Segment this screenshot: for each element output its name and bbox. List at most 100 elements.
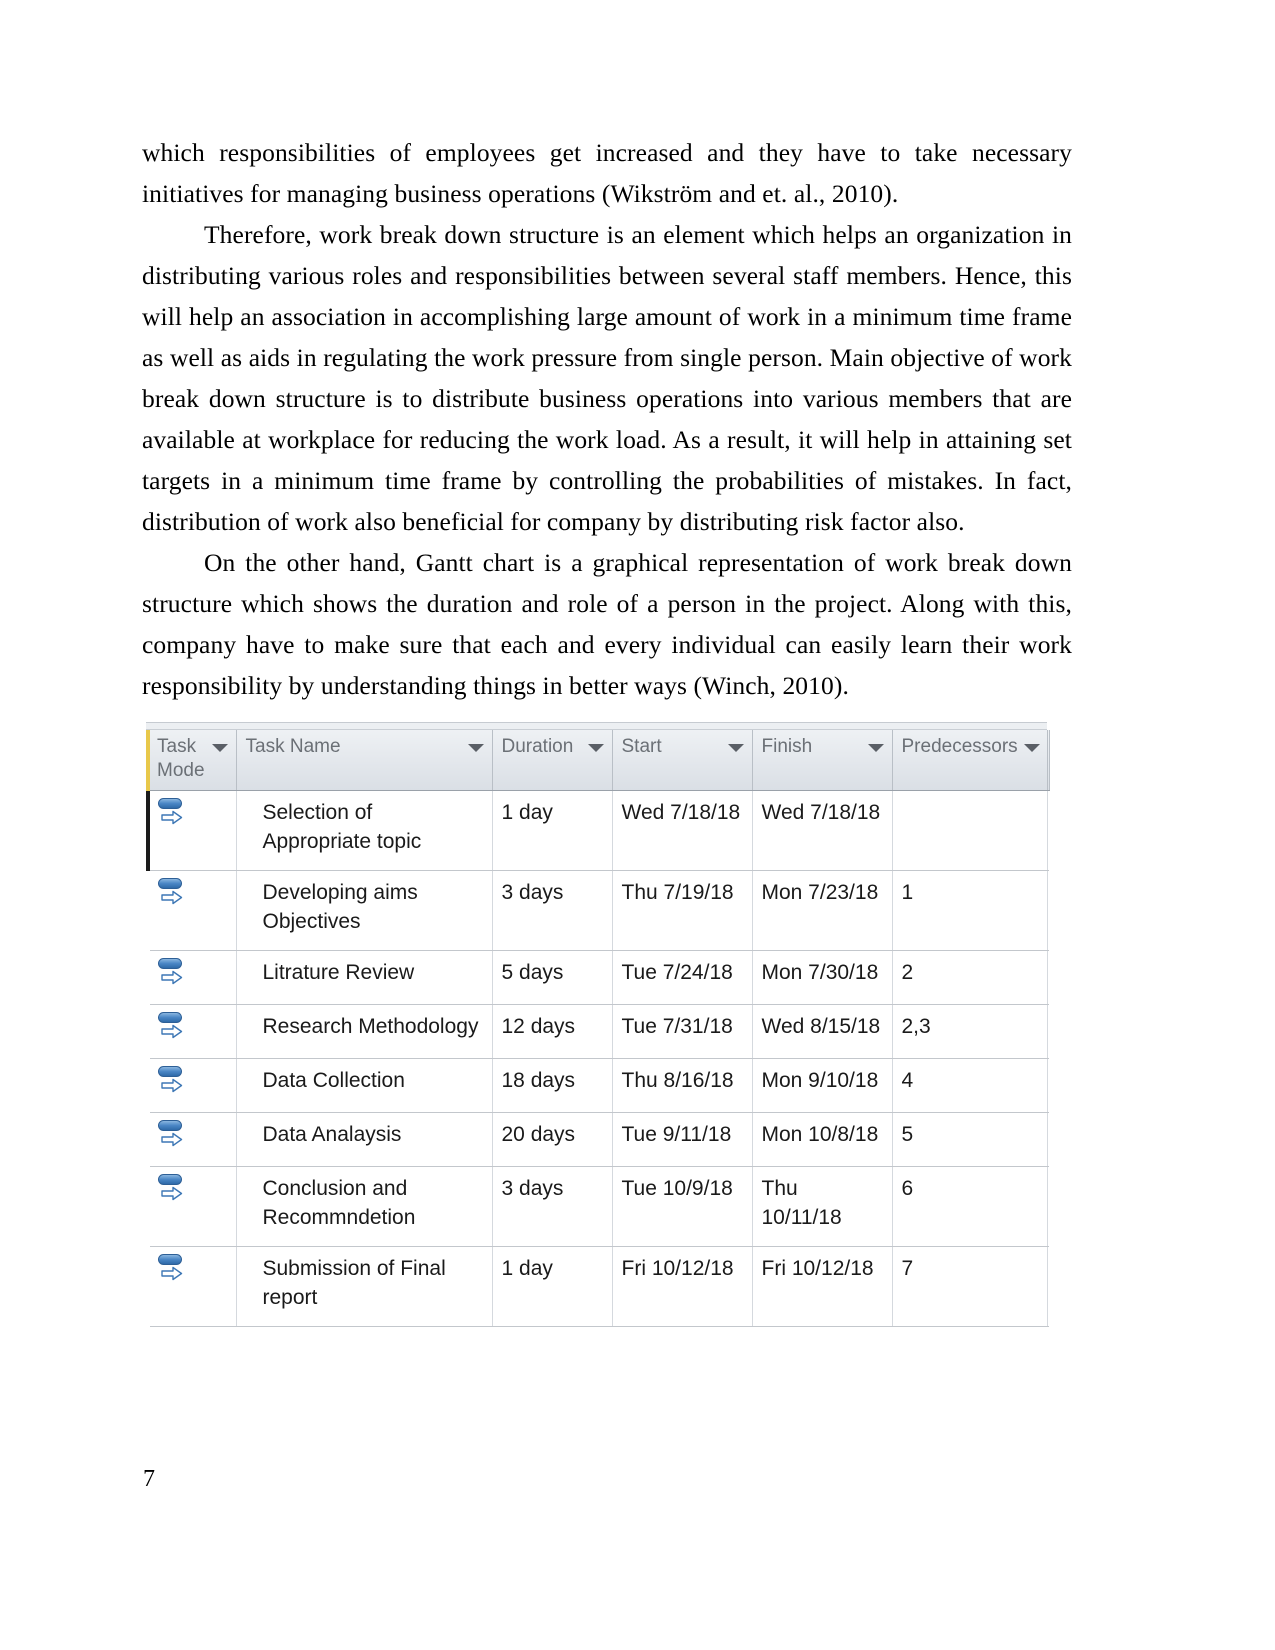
cell-predecessors[interactable]: 1 (892, 870, 1048, 951)
cell-start[interactable]: Tue 7/24/18 (612, 950, 753, 1005)
column-header-finish-label: Finish (761, 736, 813, 757)
cell-start[interactable]: Thu 8/16/18 (612, 1058, 753, 1113)
table-row[interactable]: Conclusion and Recommndetion 3 days Tue 10… (146, 1166, 1049, 1247)
cell-duration[interactable]: 1 day (492, 1246, 613, 1327)
filter-caret-icon-start[interactable] (727, 744, 744, 752)
body-text-block: which responsibilities of employees get … (142, 132, 1072, 706)
cell-task-name[interactable]: Submission of Final report (236, 1246, 493, 1327)
cell-task-mode[interactable] (146, 950, 237, 1005)
cell-task-mode[interactable] (146, 870, 237, 951)
column-header-task-mode[interactable]: Task Mode (146, 730, 237, 791)
column-header-task-mode-label: Task Mode (157, 736, 205, 781)
cell-duration[interactable]: 18 days (492, 1058, 613, 1113)
auto-scheduled-icon (156, 1253, 190, 1287)
cell-finish[interactable]: Fri 10/12/18 (752, 1246, 893, 1327)
cell-truncated (1047, 1246, 1049, 1327)
cell-duration[interactable]: 20 days (492, 1112, 613, 1167)
cell-task-mode[interactable] (146, 790, 237, 871)
cell-task-mode[interactable] (146, 1004, 237, 1059)
column-header-duration-label: Duration (501, 736, 574, 757)
table-body: Selection of Appropriate topic 1 day Wed 7… (146, 790, 1049, 1327)
column-header-predecessors[interactable]: Predecessors (892, 730, 1048, 791)
cell-truncated (1047, 870, 1049, 951)
cell-start[interactable]: Fri 10/12/18 (612, 1246, 753, 1327)
table-row[interactable]: Developing aims Objectives 3 days Thu 7/19… (146, 870, 1049, 951)
cell-finish[interactable]: Thu 10/11/18 (752, 1166, 893, 1247)
cell-duration[interactable]: 3 days (492, 870, 613, 951)
column-header-task-name[interactable]: Task Name (236, 730, 493, 791)
auto-scheduled-bar (158, 1254, 182, 1265)
column-header-start[interactable]: Start (612, 730, 753, 791)
table-row[interactable]: Data Collection 18 days Thu 8/16/18 Mon 9/1… (146, 1058, 1049, 1113)
cell-start[interactable]: Tue 10/9/18 (612, 1166, 753, 1247)
cell-predecessors[interactable]: 2,3 (892, 1004, 1048, 1059)
table-top-strip (146, 723, 1047, 730)
cell-task-mode[interactable] (146, 1112, 237, 1167)
auto-scheduled-icon (156, 1065, 190, 1099)
cell-predecessors[interactable]: 7 (892, 1246, 1048, 1327)
auto-scheduled-arrow (161, 1132, 183, 1147)
column-header-task-name-label: Task Name (245, 736, 341, 757)
task-table: Task Mode Task Name Duration Start Finis… (146, 730, 1050, 1327)
column-header-predecessors-label: Predecessors (901, 736, 1018, 757)
cell-predecessors[interactable]: 6 (892, 1166, 1048, 1247)
filter-caret-icon-predecessors[interactable] (1023, 744, 1040, 752)
cell-duration[interactable]: 12 days (492, 1004, 613, 1059)
cell-finish[interactable]: Mon 9/10/18 (752, 1058, 893, 1113)
table-row[interactable]: Research Methodology 12 days Tue 7/31/18 We… (146, 1004, 1049, 1059)
cell-start[interactable]: Wed 7/18/18 (612, 790, 753, 871)
auto-scheduled-icon (156, 1011, 190, 1045)
cell-task-mode[interactable] (146, 1058, 237, 1113)
table-row[interactable]: Data Analaysis 20 days Tue 9/11/18 Mon 10/8… (146, 1112, 1049, 1167)
cell-start[interactable]: Tue 7/31/18 (612, 1004, 753, 1059)
cell-task-mode[interactable] (146, 1166, 237, 1247)
cell-finish[interactable]: Mon 7/30/18 (752, 950, 893, 1005)
filter-caret-icon-duration[interactable] (587, 744, 604, 752)
cell-task-mode[interactable] (146, 1246, 237, 1327)
filter-caret-icon-finish[interactable] (867, 744, 884, 752)
column-header-duration[interactable]: Duration (492, 730, 613, 791)
cell-start[interactable]: Tue 9/11/18 (612, 1112, 753, 1167)
cell-predecessors[interactable]: 2 (892, 950, 1048, 1005)
cell-task-name[interactable]: Selection of Appropriate topic (236, 790, 493, 871)
cell-task-name[interactable]: Data Collection (236, 1058, 493, 1113)
cell-predecessors[interactable]: 4 (892, 1058, 1048, 1113)
auto-scheduled-arrow (161, 1266, 183, 1281)
cell-start[interactable]: Thu 7/19/18 (612, 870, 753, 951)
auto-scheduled-icon (156, 957, 190, 991)
cell-task-name[interactable]: Data Analaysis (236, 1112, 493, 1167)
cell-finish[interactable]: Mon 7/23/18 (752, 870, 893, 951)
cell-duration[interactable]: 5 days (492, 950, 613, 1005)
cell-task-name[interactable]: Research Methodology (236, 1004, 493, 1059)
table-row[interactable]: Submission of Final report 1 day Fri 10/12… (146, 1246, 1049, 1327)
table-row[interactable]: Selection of Appropriate topic 1 day Wed 7… (146, 790, 1049, 871)
cell-finish[interactable]: Wed 7/18/18 (752, 790, 893, 871)
cell-task-name[interactable]: Conclusion and Recommndetion (236, 1166, 493, 1247)
cell-truncated (1047, 1166, 1049, 1247)
cell-task-name[interactable]: Litrature Review (236, 950, 493, 1005)
cell-finish[interactable]: Wed 8/15/18 (752, 1004, 893, 1059)
paragraph-1: which responsibilities of employees get … (142, 138, 1072, 208)
cell-task-name[interactable]: Developing aims Objectives (236, 870, 493, 951)
auto-scheduled-bar (158, 878, 182, 889)
auto-scheduled-bar (158, 1120, 182, 1131)
cell-duration[interactable]: 1 day (492, 790, 613, 871)
cell-predecessors[interactable] (892, 790, 1048, 871)
auto-scheduled-bar (158, 798, 182, 809)
column-header-finish[interactable]: Finish (752, 730, 893, 791)
document-page: which responsibilities of employees get … (0, 0, 1275, 1650)
column-header-truncated[interactable] (1047, 730, 1050, 791)
cell-duration[interactable]: 3 days (492, 1166, 613, 1247)
cell-predecessors[interactable]: 5 (892, 1112, 1048, 1167)
paragraph-3: On the other hand, Gantt chart is a grap… (142, 548, 1072, 700)
cell-truncated (1047, 790, 1049, 871)
auto-scheduled-arrow (161, 1078, 183, 1093)
auto-scheduled-bar (158, 1012, 182, 1023)
column-header-start-label: Start (621, 736, 662, 757)
table-row[interactable]: Litrature Review 5 days Tue 7/24/18 Mon 7/3… (146, 950, 1049, 1005)
cell-finish[interactable]: Mon 10/8/18 (752, 1112, 893, 1167)
auto-scheduled-icon (156, 797, 190, 831)
auto-scheduled-arrow (161, 1024, 183, 1039)
filter-caret-icon-task-mode[interactable] (211, 744, 228, 752)
filter-caret-icon-task-name[interactable] (467, 744, 484, 752)
